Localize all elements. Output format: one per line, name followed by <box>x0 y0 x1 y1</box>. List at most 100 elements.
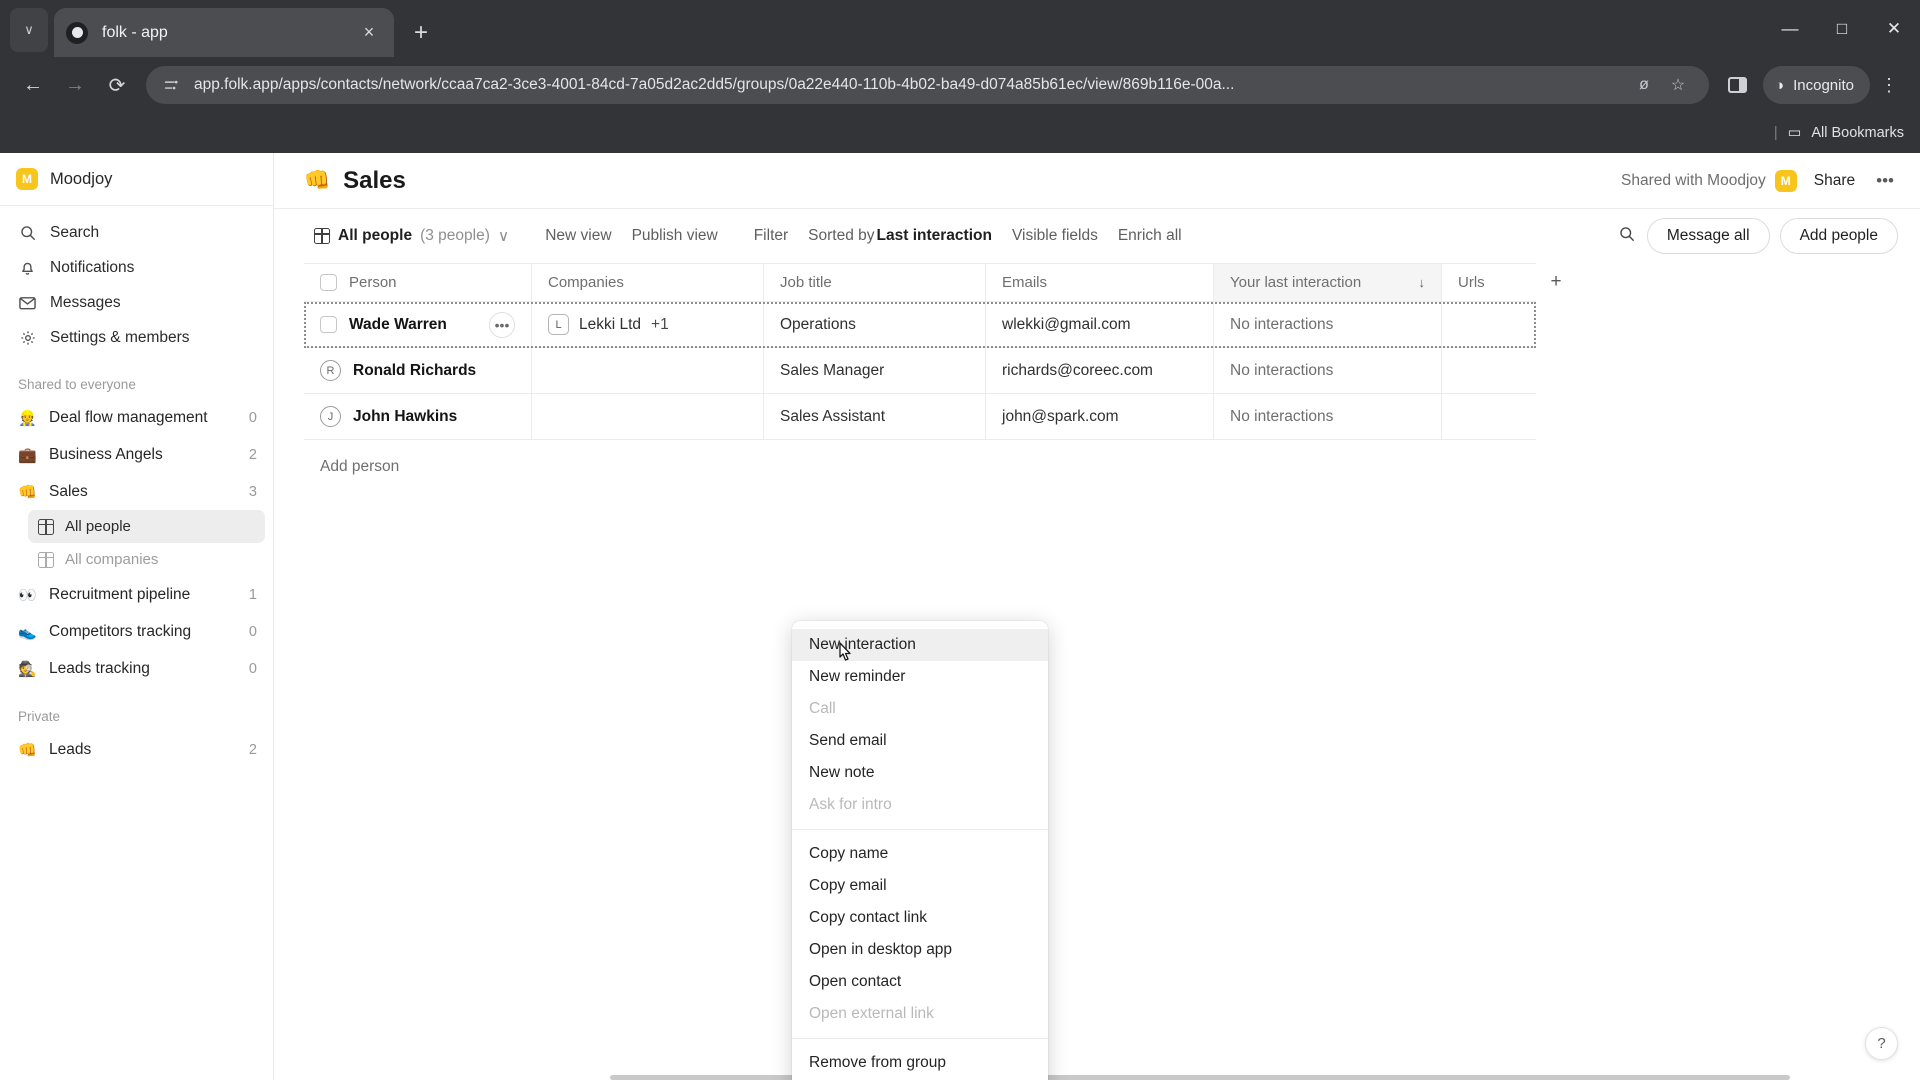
sidebar-item-leads[interactable]: 👊 Leads 2 <box>0 731 273 768</box>
menu-item-copy-contact-link[interactable]: Copy contact link <box>792 902 1048 934</box>
column-header-companies[interactable]: Companies <box>532 264 764 301</box>
sidebar-item-business-angels[interactable]: 💼 Business Angels 2 <box>0 436 273 473</box>
search-icon[interactable] <box>1607 226 1647 246</box>
menu-item-new-interaction[interactable]: New interaction <box>792 629 1048 661</box>
column-header-last-interaction[interactable]: Your last interaction ↓ <box>1214 264 1442 301</box>
column-header-urls[interactable]: Urls <box>1442 264 1536 301</box>
cell-job-title[interactable]: Operations <box>764 302 986 347</box>
cell-job-title[interactable]: Sales Manager <box>764 348 986 393</box>
sidebar-item-all-people[interactable]: All people <box>28 510 265 543</box>
filter-button[interactable]: Filter <box>744 221 798 251</box>
table-row[interactable]: R Ronald Richards Sales Manager richards… <box>304 348 1536 394</box>
menu-item-open-contact[interactable]: Open contact <box>792 966 1048 998</box>
column-header-person[interactable]: Person <box>304 264 532 301</box>
sidebar-item-label: Sales <box>49 482 88 500</box>
browser-tab[interactable]: folk - app × <box>54 8 394 57</box>
sidebar-item-deal-flow-management[interactable]: 👷 Deal flow management 0 <box>0 399 273 436</box>
cell-url[interactable] <box>1442 348 1536 393</box>
sidebar-item-recruitment-pipeline[interactable]: 👀 Recruitment pipeline 1 <box>0 576 273 613</box>
sidebar-item-sales[interactable]: 👊 Sales 3 <box>0 473 273 510</box>
view-selector[interactable]: All people (3 people) ∨ <box>304 221 519 252</box>
incognito-indicator[interactable]: ◑ Incognito <box>1763 66 1870 104</box>
sidebar-item-all-companies[interactable]: All companies <box>28 543 265 576</box>
forward-icon[interactable]: → <box>54 64 96 106</box>
cell-url[interactable] <box>1442 302 1536 347</box>
table-row[interactable]: Wade Warren ••• L Lekki Ltd +1 Operation… <box>304 302 1536 348</box>
row-actions-icon[interactable]: ••• <box>489 311 515 338</box>
menu-item-copy-email[interactable]: Copy email <box>792 870 1048 902</box>
bell-icon <box>18 258 37 277</box>
add-people-button[interactable]: Add people <box>1779 218 1898 254</box>
cell-companies[interactable] <box>532 348 764 393</box>
cell-url[interactable] <box>1442 394 1536 439</box>
avatar: R <box>320 360 341 381</box>
menu-item-send-email[interactable]: Send email <box>792 725 1048 757</box>
all-bookmarks-label[interactable]: All Bookmarks <box>1811 125 1904 141</box>
fist-icon: 👊 <box>304 168 331 192</box>
column-header-job-title[interactable]: Job title <box>764 264 986 301</box>
cell-companies[interactable]: L Lekki Ltd +1 <box>532 302 764 347</box>
avatar: J <box>320 406 341 427</box>
tab-search-chevron-icon[interactable]: ∨ <box>10 8 48 52</box>
share-button[interactable]: Share <box>1814 172 1855 190</box>
sidebar-item-search[interactable]: Search <box>10 215 263 250</box>
sidebar-item-notifications[interactable]: Notifications <box>10 250 263 285</box>
maximize-icon[interactable]: □ <box>1816 0 1868 57</box>
new-view-button[interactable]: New view <box>535 221 621 251</box>
cell-person[interactable]: R Ronald Richards <box>304 348 532 393</box>
private-section-label: Private <box>18 709 61 724</box>
message-all-button[interactable]: Message all <box>1646 218 1770 254</box>
browser-menu-icon[interactable]: ⋮ <box>1870 65 1908 105</box>
menu-item-copy-name[interactable]: Copy name <box>792 838 1048 870</box>
cell-last-interaction[interactable]: No interactions <box>1214 348 1442 393</box>
side-panel-icon[interactable] <box>1717 65 1757 105</box>
workspace-switcher[interactable]: M Moodjoy <box>0 153 273 205</box>
menu-item-new-reminder[interactable]: New reminder <box>792 661 1048 693</box>
publish-view-button[interactable]: Publish view <box>622 221 728 251</box>
cell-companies[interactable] <box>532 394 764 439</box>
new-tab-button[interactable]: + <box>414 21 428 45</box>
cell-person[interactable]: Wade Warren ••• <box>304 302 532 347</box>
row-checkbox[interactable] <box>320 316 337 333</box>
minimize-icon[interactable]: — <box>1764 0 1816 57</box>
cell-last-interaction[interactable]: No interactions <box>1214 394 1442 439</box>
cell-job-title[interactable]: Sales Assistant <box>764 394 986 439</box>
menu-item-open-in-desktop-app[interactable]: Open in desktop app <box>792 934 1048 966</box>
workspace-avatar: M <box>16 168 38 190</box>
hide-url-icon[interactable]: ø <box>1627 76 1661 94</box>
shared-with-label[interactable]: Shared with Moodjoy M <box>1621 169 1797 192</box>
menu-item-new-note[interactable]: New note <box>792 757 1048 789</box>
close-tab-icon[interactable]: × <box>356 22 382 43</box>
sidebar-item-label: Search <box>50 223 100 241</box>
horizontal-scrollbar[interactable] <box>610 1075 1790 1080</box>
close-window-icon[interactable]: ✕ <box>1868 0 1920 57</box>
reload-icon[interactable]: ⟳ <box>96 64 138 106</box>
sidebar-item-messages[interactable]: Messages <box>10 285 263 320</box>
help-button[interactable]: ? <box>1865 1027 1898 1060</box>
cell-email[interactable]: wlekki@gmail.com <box>986 302 1214 347</box>
add-column-button[interactable]: + <box>1536 263 1576 301</box>
cell-email[interactable]: john@spark.com <box>986 394 1214 439</box>
add-person-button[interactable]: Add person <box>320 458 1920 476</box>
back-icon[interactable]: ← <box>12 64 54 106</box>
bookmark-star-icon[interactable]: ☆ <box>1661 75 1695 95</box>
sidebar-item-settings-members[interactable]: Settings & members <box>10 320 263 355</box>
cell-email[interactable]: richards@coreec.com <box>986 348 1214 393</box>
folk-favicon-icon <box>66 21 88 44</box>
more-options-icon[interactable]: ••• <box>1872 171 1898 191</box>
select-all-checkbox[interactable] <box>320 274 337 291</box>
menu-item-remove-from-group[interactable]: Remove from group <box>792 1047 1048 1079</box>
sidebar-item-competitors-tracking[interactable]: 👟 Competitors tracking 0 <box>0 613 273 650</box>
sidebar-item-label: All companies <box>65 551 159 568</box>
company-avatar: L <box>548 314 569 335</box>
sidebar-item-leads-tracking[interactable]: 🕵️ Leads tracking 0 <box>0 650 273 687</box>
column-header-emails[interactable]: Emails <box>986 264 1214 301</box>
sort-button[interactable]: Sorted by Last interaction <box>798 221 1002 251</box>
table-row[interactable]: J John Hawkins Sales Assistant john@spar… <box>304 394 1536 440</box>
visible-fields-button[interactable]: Visible fields <box>1002 221 1108 251</box>
cell-last-interaction[interactable]: No interactions <box>1214 302 1442 347</box>
cell-person[interactable]: J John Hawkins <box>304 394 532 439</box>
site-settings-icon[interactable] <box>160 74 182 96</box>
address-bar[interactable]: app.folk.app/apps/contacts/network/ccaa7… <box>146 66 1710 104</box>
enrich-all-button[interactable]: Enrich all <box>1108 221 1192 251</box>
